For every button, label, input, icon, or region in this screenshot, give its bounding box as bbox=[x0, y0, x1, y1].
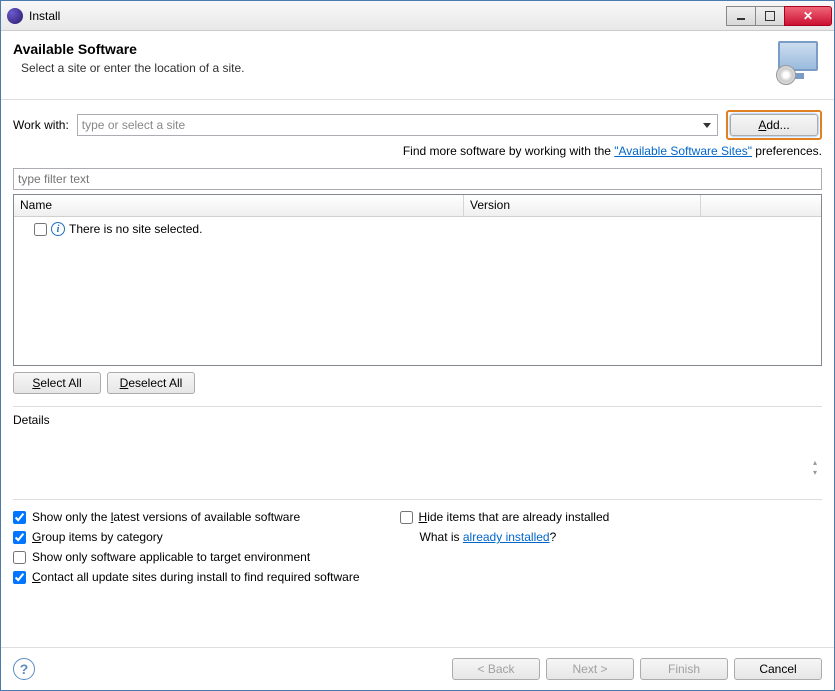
select-all-button[interactable]: Select All bbox=[13, 372, 101, 394]
column-spacer bbox=[701, 195, 821, 216]
filter-input[interactable] bbox=[13, 168, 822, 190]
opt-group[interactable]: Group items by category bbox=[13, 530, 360, 544]
next-button: Next > bbox=[546, 658, 634, 680]
opt-hide-check[interactable] bbox=[400, 511, 413, 524]
install-dialog: Install Available Software Select a site… bbox=[0, 0, 835, 691]
opt-target[interactable]: Show only software applicable to target … bbox=[13, 550, 360, 564]
already-installed-link[interactable]: already installed bbox=[463, 530, 550, 544]
info-icon: i bbox=[51, 222, 65, 236]
deselect-all-button[interactable]: Deselect All bbox=[107, 372, 195, 394]
what-is-line: What is already installed? bbox=[400, 530, 610, 544]
help-icon[interactable]: ? bbox=[13, 658, 35, 680]
empty-message: There is no site selected. bbox=[69, 222, 202, 236]
app-icon bbox=[7, 8, 23, 24]
window-title: Install bbox=[29, 9, 727, 23]
header-pane: Available Software Select a site or ente… bbox=[1, 31, 834, 100]
software-tree: Name Version i There is no site selected… bbox=[13, 194, 822, 366]
work-with-label: Work with: bbox=[13, 118, 69, 132]
tree-row-empty: i There is no site selected. bbox=[20, 220, 815, 238]
back-button: < Back bbox=[452, 658, 540, 680]
opt-latest-check[interactable] bbox=[13, 511, 26, 524]
column-version[interactable]: Version bbox=[464, 195, 701, 216]
available-sites-link[interactable]: "Available Software Sites" bbox=[614, 144, 752, 158]
page-title: Available Software bbox=[13, 41, 770, 57]
opt-target-check[interactable] bbox=[13, 551, 26, 564]
install-wizard-icon bbox=[770, 41, 822, 85]
maximize-button[interactable] bbox=[755, 6, 785, 26]
column-name[interactable]: Name bbox=[14, 195, 464, 216]
finish-button: Finish bbox=[640, 658, 728, 680]
add-button[interactable]: Add... bbox=[730, 114, 818, 136]
minimize-button[interactable] bbox=[726, 6, 756, 26]
cancel-button[interactable]: Cancel bbox=[734, 658, 822, 680]
opt-group-check[interactable] bbox=[13, 531, 26, 544]
chevron-down-icon[interactable] bbox=[699, 117, 715, 133]
add-button-highlight: Add... bbox=[726, 110, 822, 140]
footer: ? < Back Next > Finish Cancel bbox=[1, 647, 834, 690]
opt-hide[interactable]: Hide items that are already installed bbox=[400, 510, 610, 524]
opt-contact-check[interactable] bbox=[13, 571, 26, 584]
find-more-line: Find more software by working with the "… bbox=[13, 144, 822, 158]
opt-latest[interactable]: Show only the latest versions of availab… bbox=[13, 510, 360, 524]
opt-contact[interactable]: Contact all update sites during install … bbox=[13, 570, 360, 584]
close-button[interactable] bbox=[784, 6, 832, 26]
work-with-combo[interactable]: type or select a site bbox=[77, 114, 718, 136]
titlebar: Install bbox=[1, 1, 834, 31]
page-subtitle: Select a site or enter the location of a… bbox=[21, 61, 770, 75]
details-spinner[interactable]: ▴▾ bbox=[808, 457, 822, 477]
tree-row-checkbox[interactable] bbox=[34, 223, 47, 236]
work-with-placeholder: type or select a site bbox=[82, 118, 185, 132]
details-area: ▴▾ bbox=[13, 457, 822, 487]
details-label: Details bbox=[13, 413, 822, 427]
